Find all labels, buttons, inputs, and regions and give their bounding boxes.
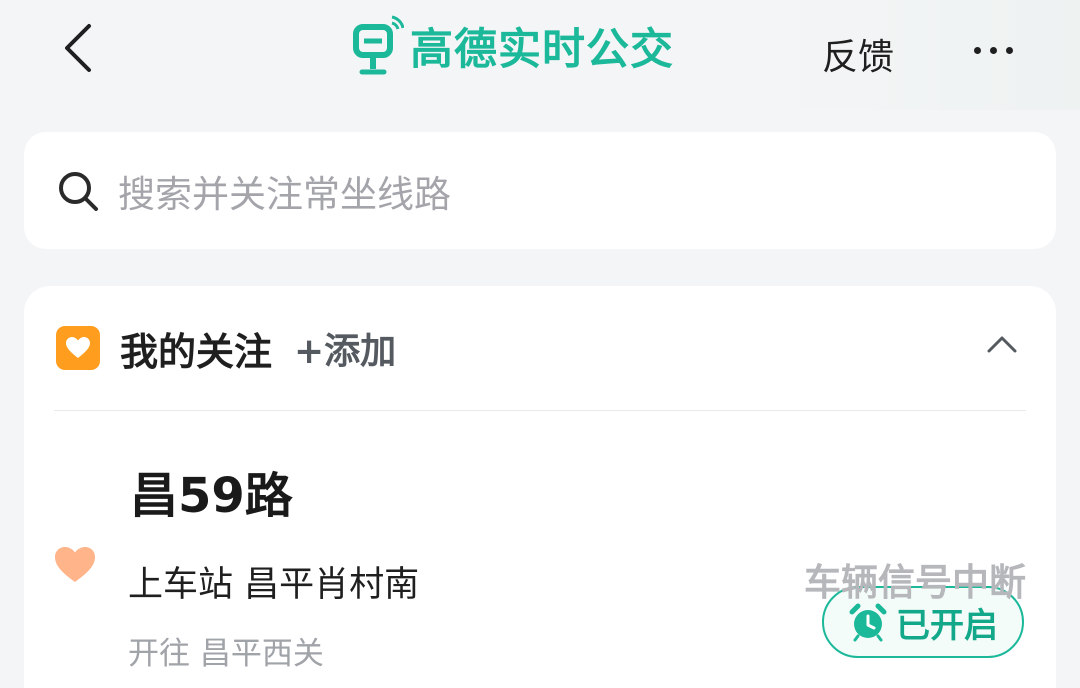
alarm-clock-icon xyxy=(849,603,887,642)
feedback-button[interactable]: 反馈 xyxy=(822,28,894,80)
boarding-stop: 上车站 昌平肖村南 xyxy=(128,565,420,605)
heart-icon[interactable] xyxy=(54,546,96,584)
app-brand: 高德实时公交 xyxy=(352,14,674,78)
favorites-title: 我的关注 xyxy=(120,329,273,374)
back-button[interactable] xyxy=(52,22,104,74)
app-title: 高德实时公交 xyxy=(410,25,674,75)
collapse-button[interactable] xyxy=(974,324,1030,364)
route-name: 昌59路 xyxy=(130,468,293,524)
vehicle-status: 车辆信号中断 xyxy=(804,561,1026,604)
add-route-button[interactable]: +添加 xyxy=(294,322,396,374)
bus-stop-signal-icon xyxy=(353,15,404,75)
more-dots-icon xyxy=(973,46,981,54)
top-bar: 高德实时公交 反馈 xyxy=(0,0,1080,110)
divider xyxy=(54,410,1026,411)
search-icon xyxy=(59,171,98,211)
favorites-header: 我的关注 +添加 xyxy=(56,314,396,382)
favorites-card: 我的关注 +添加 昌59路 上车站 昌平肖村南 开往 昌平西关 已开启 车辆信号 xyxy=(24,286,1056,688)
more-button[interactable] xyxy=(958,30,1028,70)
search-placeholder: 搜索并关注常坐线路 xyxy=(118,172,451,216)
heart-square-icon xyxy=(56,326,100,370)
chevron-left-icon xyxy=(65,24,91,72)
route-item[interactable]: 昌59路 上车站 昌平肖村南 开往 昌平西关 已开启 车辆信号中断 xyxy=(24,412,1056,688)
route-destination: 开往 昌平西关 xyxy=(128,636,324,672)
search-bar[interactable]: 搜索并关注常坐线路 xyxy=(24,132,1056,249)
chevron-up-icon xyxy=(987,336,1017,353)
